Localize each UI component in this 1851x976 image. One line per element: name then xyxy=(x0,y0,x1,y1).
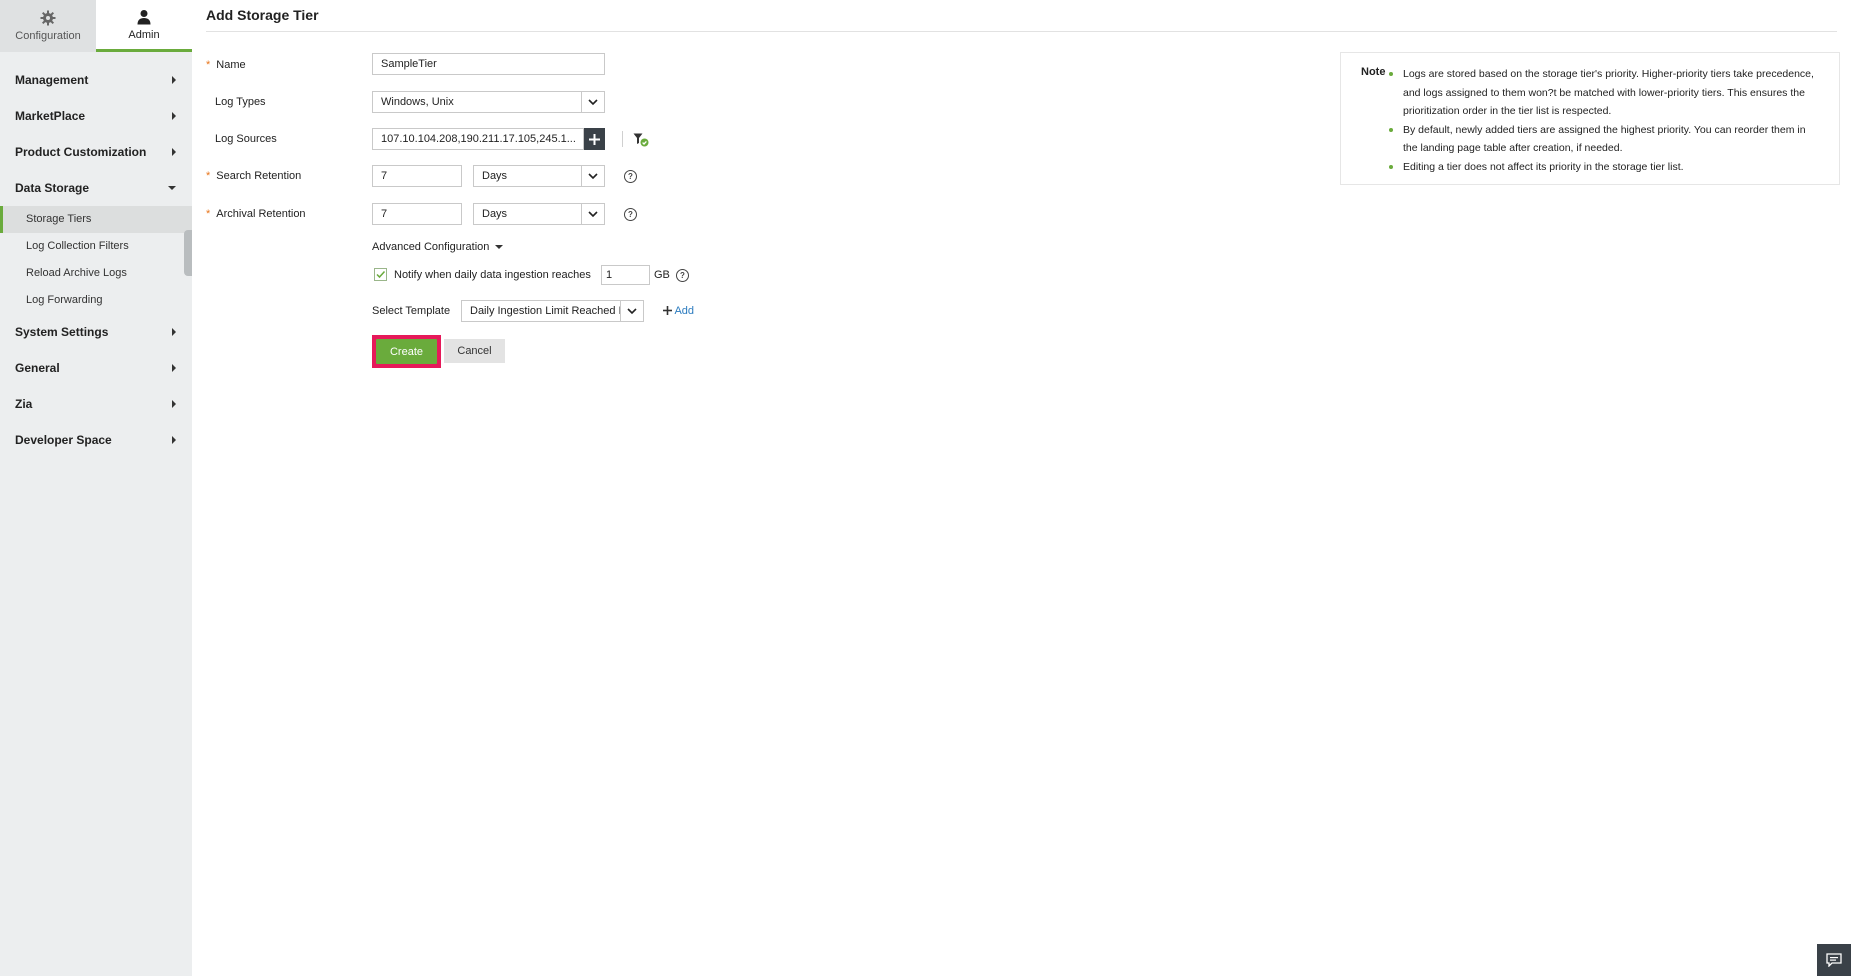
caret-right-icon xyxy=(172,436,176,444)
caret-right-icon xyxy=(172,328,176,336)
cancel-button[interactable]: Cancel xyxy=(444,339,505,363)
search-retention-label: * Search Retention xyxy=(206,170,301,182)
sidebar-subitem-log-forwarding[interactable]: Log Forwarding xyxy=(0,287,192,314)
help-icon[interactable]: ? xyxy=(624,208,637,221)
search-retention-label-text: Search Retention xyxy=(216,170,302,182)
chat-button[interactable] xyxy=(1817,944,1851,976)
archival-retention-label: * Archival Retention xyxy=(206,208,306,220)
select-template-label: Select Template xyxy=(372,305,451,317)
name-label-text: Name xyxy=(216,59,246,71)
sidebar-item-management[interactable]: Management xyxy=(0,62,192,98)
note-panel: Note Logs are stored based on the storag… xyxy=(1340,52,1840,185)
caret-right-icon xyxy=(172,76,176,84)
add-template-link[interactable]: Add xyxy=(663,305,694,317)
sidebar-item-developer-space[interactable]: Developer Space xyxy=(0,422,192,458)
sidebar-item-label: Data Storage xyxy=(15,181,90,195)
sidebar-item-marketplace[interactable]: MarketPlace xyxy=(0,98,192,134)
log-sources-label: Log Sources xyxy=(215,133,277,145)
notify-label: Notify when daily data ingestion reaches xyxy=(394,269,591,281)
create-button[interactable]: Create xyxy=(376,339,437,364)
required-marker: * xyxy=(206,208,211,220)
sidebar-item-label: General xyxy=(15,361,60,375)
notify-threshold-input[interactable] xyxy=(601,265,650,285)
note-item: Logs are stored based on the storage tie… xyxy=(1389,65,1823,121)
top-tabs: Configuration Admin xyxy=(0,0,192,52)
chevron-down-icon xyxy=(581,166,604,186)
advanced-configuration-label: Advanced Configuration xyxy=(372,241,490,253)
search-retention-unit-select[interactable]: Days xyxy=(473,165,605,187)
chevron-down-icon xyxy=(581,204,604,224)
advanced-configuration-toggle[interactable]: Advanced Configuration xyxy=(372,241,504,253)
chevron-down-icon xyxy=(581,92,604,112)
note-item: Editing a tier does not affect its prior… xyxy=(1389,158,1823,177)
checkmark-icon xyxy=(376,270,386,279)
sidebar-item-data-storage[interactable]: Data Storage xyxy=(0,170,192,206)
caret-right-icon xyxy=(172,148,176,156)
gear-icon xyxy=(40,10,56,26)
name-label: * Name xyxy=(206,59,246,71)
notify-checkbox[interactable] xyxy=(374,268,387,281)
sidebar: Configuration Admin Management MarketPla… xyxy=(0,0,192,976)
log-types-select[interactable]: Windows, Unix xyxy=(372,91,605,113)
log-types-value: Windows, Unix xyxy=(381,96,454,108)
sidebar-item-system-settings[interactable]: System Settings xyxy=(0,314,192,350)
filter-check-icon[interactable] xyxy=(633,133,650,153)
plus-icon xyxy=(663,306,672,315)
chevron-down-icon xyxy=(620,301,643,321)
sidebar-item-label: Management xyxy=(15,73,89,87)
search-retention-unit-value: Days xyxy=(482,170,508,182)
archival-retention-label-text: Archival Retention xyxy=(216,208,306,220)
tab-configuration[interactable]: Configuration xyxy=(0,0,96,52)
help-icon[interactable]: ? xyxy=(624,170,637,183)
sidebar-item-general[interactable]: General xyxy=(0,350,192,386)
template-value: Daily Ingestion Limit Reached N xyxy=(470,305,627,317)
sidebar-subitem-reload-archive-logs[interactable]: Reload Archive Logs xyxy=(0,260,192,287)
required-marker: * xyxy=(206,170,211,182)
create-button-highlight: Create xyxy=(372,335,441,368)
name-input[interactable] xyxy=(372,53,605,75)
caret-down-icon xyxy=(168,186,176,190)
caret-right-icon xyxy=(172,112,176,120)
sidebar-item-product-customization[interactable]: Product Customization xyxy=(0,134,192,170)
note-list: Logs are stored based on the storage tie… xyxy=(1389,65,1823,177)
sidebar-item-zia[interactable]: Zia xyxy=(0,386,192,422)
sidebar-item-label: System Settings xyxy=(15,325,109,339)
archival-retention-unit-value: Days xyxy=(482,208,508,220)
sidebar-item-label: Zia xyxy=(15,397,33,411)
sidebar-item-label: Developer Space xyxy=(15,433,112,447)
search-retention-input[interactable] xyxy=(372,165,462,187)
tab-admin-label: Admin xyxy=(128,28,160,41)
add-log-source-button[interactable] xyxy=(584,128,605,150)
sidebar-subitem-log-collection-filters[interactable]: Log Collection Filters xyxy=(0,233,192,260)
caret-down-icon xyxy=(495,245,504,250)
sidebar-subitem-storage-tiers[interactable]: Storage Tiers xyxy=(0,206,192,233)
required-marker: * xyxy=(206,59,211,71)
caret-right-icon xyxy=(172,364,176,372)
log-types-label: Log Types xyxy=(215,96,266,108)
tab-admin[interactable]: Admin xyxy=(96,0,192,52)
plus-icon xyxy=(589,133,600,145)
page-title: Add Storage Tier xyxy=(206,7,319,23)
chat-icon xyxy=(1826,953,1842,967)
sidebar-item-label: Product Customization xyxy=(15,145,147,159)
notify-unit: GB xyxy=(654,269,670,281)
divider xyxy=(622,131,623,147)
tab-configuration-label: Configuration xyxy=(15,30,81,42)
main-content: Add Storage Tier * Name Log Types Windows… xyxy=(192,0,1851,976)
title-divider xyxy=(206,31,1837,32)
add-template-label: Add xyxy=(674,305,695,317)
archival-retention-input[interactable] xyxy=(372,203,462,225)
caret-right-icon xyxy=(172,400,176,408)
help-icon[interactable]: ? xyxy=(676,269,689,282)
archival-retention-unit-select[interactable]: Days xyxy=(473,203,605,225)
sidebar-item-label: MarketPlace xyxy=(15,109,86,123)
sidebar-collapse-handle[interactable] xyxy=(184,230,192,276)
note-item: By default, newly added tiers are assign… xyxy=(1389,121,1823,158)
log-sources-field[interactable]: 107.10.104.208,190.211.17.105,245.1... xyxy=(372,128,584,150)
sidebar-nav: Management MarketPlace Product Customiza… xyxy=(0,52,192,458)
note-title: Note xyxy=(1361,66,1386,78)
template-select[interactable]: Daily Ingestion Limit Reached N xyxy=(461,300,644,322)
user-icon xyxy=(137,9,151,24)
